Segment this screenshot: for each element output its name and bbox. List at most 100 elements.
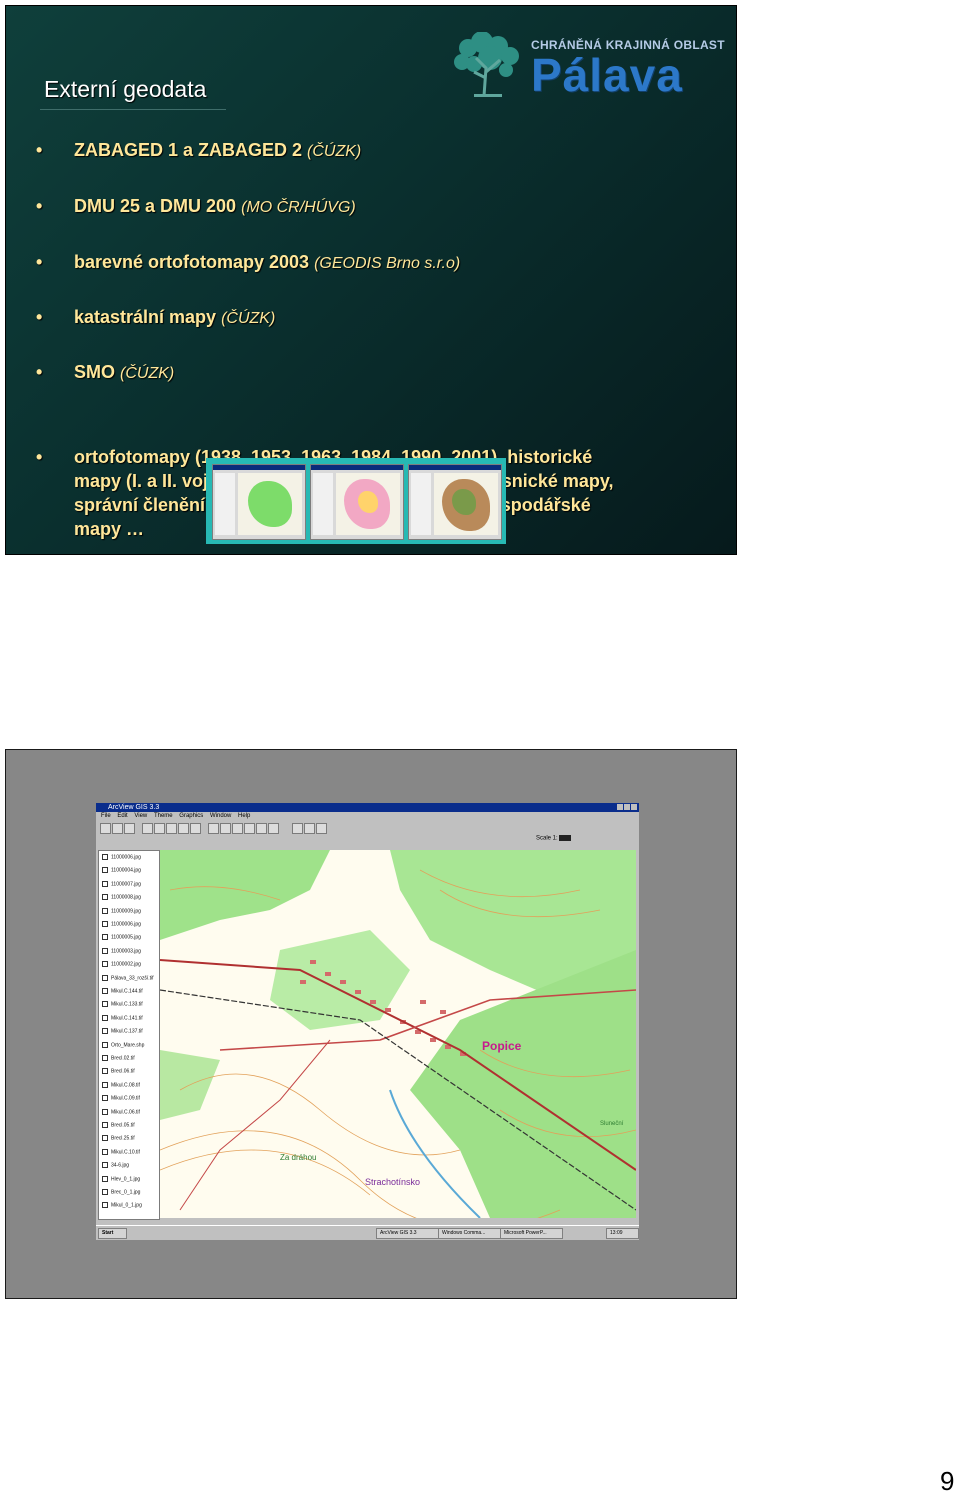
menu-graphics[interactable]: Graphics	[179, 813, 203, 819]
bullet-item: • DMU 25 a DMU 200 (MO ČR/HÚVG)	[36, 196, 356, 216]
toolbar-button[interactable]	[256, 823, 267, 834]
layer-item[interactable]: Mikul.C.08.tif	[102, 1081, 140, 1088]
layer-checkbox[interactable]	[102, 1189, 108, 1195]
layer-item[interactable]: 34-6.jpg	[102, 1162, 129, 1169]
arcview-window: ArcView GIS 3.3 File Edit View Theme Gra…	[96, 803, 639, 1240]
menu-view[interactable]: View	[134, 813, 147, 819]
layer-checkbox[interactable]	[102, 1055, 108, 1061]
toolbar-button[interactable]	[292, 823, 303, 834]
layer-label: Brec_0_1.jpg	[111, 1189, 141, 1196]
layer-item[interactable]: Pálava_33_rozší.tif	[102, 974, 154, 981]
layer-item[interactable]: 11000003.jpg	[102, 947, 141, 954]
layer-checkbox[interactable]	[102, 1095, 108, 1102]
layer-item[interactable]: Mikul.C.141.tif	[102, 1014, 143, 1021]
toolbar-button[interactable]	[124, 823, 135, 834]
layer-label: Mikul_0_1.jpg	[111, 1202, 142, 1209]
layer-checkbox[interactable]	[102, 961, 108, 968]
menu-file[interactable]: File	[101, 813, 111, 819]
layer-checkbox[interactable]	[102, 1081, 108, 1088]
layer-item[interactable]: Mikul.C.06.tif	[102, 1108, 140, 1115]
layer-item[interactable]: 11000006.jpg	[102, 921, 141, 927]
minimize-icon[interactable]	[617, 804, 623, 810]
toolbar-button[interactable]	[178, 823, 189, 834]
layer-checkbox[interactable]	[102, 1041, 108, 1048]
toolbar-button[interactable]	[268, 823, 279, 834]
layer-checkbox[interactable]	[102, 1068, 108, 1075]
taskbar-arcview[interactable]: ArcView GIS 3.3	[376, 1228, 439, 1239]
maximize-icon[interactable]	[624, 804, 630, 810]
slide-arcview-screenshot: ArcView GIS 3.3 File Edit View Theme Gra…	[5, 749, 737, 1299]
layer-checkbox[interactable]	[102, 934, 108, 941]
toolbar-button[interactable]	[154, 823, 165, 834]
layer-checkbox[interactable]	[102, 921, 108, 927]
layer-item[interactable]: 11000007.jpg	[102, 880, 141, 887]
taskbar-windows-commander[interactable]: Windows Comma...	[438, 1228, 501, 1239]
layer-item[interactable]: Orto_Mare.shp	[102, 1041, 144, 1048]
map-view[interactable]: Popice Strachotínsko Za dráhou Sluneční	[160, 850, 636, 1218]
layer-label: Mikul.C.10.tif	[111, 1149, 140, 1156]
slide-title: Externí geodata	[44, 76, 207, 102]
toolbar-button[interactable]	[100, 823, 111, 834]
layer-checkbox[interactable]	[102, 1108, 108, 1115]
toolbar-button[interactable]	[112, 823, 123, 834]
layer-checkbox[interactable]	[102, 1202, 108, 1209]
layer-item[interactable]: Brec_0_1.jpg	[102, 1189, 140, 1195]
title-underline	[40, 109, 226, 110]
taskbar-powerpoint[interactable]: Microsoft PowerP...	[500, 1228, 563, 1239]
layer-item[interactable]: Brecl.06.tif	[102, 1068, 135, 1075]
close-icon[interactable]	[631, 804, 637, 810]
layer-checkbox[interactable]	[102, 1014, 108, 1021]
layer-item[interactable]: Mikul_0_1.jpg	[102, 1202, 142, 1209]
layer-checkbox[interactable]	[102, 880, 108, 887]
scale-input[interactable]	[559, 835, 572, 841]
layer-label: Mikul.C.137.tif	[111, 1028, 143, 1035]
layer-label: Mikul.C.144.tif	[111, 988, 143, 995]
layer-item[interactable]: 11000009.jpg	[102, 907, 141, 914]
layer-item[interactable]: Mikul.C.137.tif	[102, 1028, 143, 1035]
layer-item[interactable]: Mikul.C.133.tif	[102, 1001, 143, 1008]
layer-label: 11000006.jpg	[111, 854, 141, 861]
layer-item[interactable]: Brecl.05.tif	[102, 1122, 135, 1128]
layer-item[interactable]: Mikul.C.09.tif	[102, 1095, 140, 1102]
layer-checkbox[interactable]	[102, 1175, 108, 1182]
layer-checkbox[interactable]	[102, 1028, 108, 1035]
layer-checkbox[interactable]	[102, 867, 108, 874]
toolbar-button[interactable]	[232, 823, 243, 834]
layer-checkbox[interactable]	[102, 1001, 108, 1008]
menu-theme[interactable]: Theme	[154, 813, 173, 819]
layer-item[interactable]: Hlev_0_1.jpg	[102, 1175, 140, 1182]
layer-checkbox[interactable]	[102, 947, 108, 954]
layer-checkbox[interactable]	[102, 894, 108, 901]
toolbar-button[interactable]	[190, 823, 201, 834]
toolbar-button[interactable]	[142, 823, 153, 834]
layer-checkbox[interactable]	[102, 907, 108, 914]
menu-edit[interactable]: Edit	[117, 813, 127, 819]
start-button[interactable]: Start	[98, 1228, 127, 1239]
thumbnail-green-map	[212, 464, 306, 540]
layer-item[interactable]: 11000006.jpg	[102, 854, 141, 860]
layer-checkbox[interactable]	[102, 1122, 108, 1128]
toolbar-button[interactable]	[304, 823, 315, 834]
toolbar-button[interactable]	[220, 823, 231, 834]
layer-item[interactable]: Brecl.02.tif	[102, 1055, 135, 1061]
toolbar-button[interactable]	[166, 823, 177, 834]
layer-item[interactable]: 11000008.jpg	[102, 894, 141, 901]
layer-item[interactable]: 11000004.jpg	[102, 867, 141, 874]
toolbar-button[interactable]	[244, 823, 255, 834]
layer-item[interactable]: Mikul.C.10.tif	[102, 1148, 140, 1156]
toolbar-button[interactable]	[208, 823, 219, 834]
layer-checkbox[interactable]	[102, 854, 108, 860]
layer-checkbox[interactable]	[102, 1148, 108, 1155]
layer-checkbox[interactable]	[102, 988, 108, 994]
layer-item[interactable]: Mikul.C.144.tif	[102, 988, 143, 994]
toolbar-button[interactable]	[316, 823, 327, 834]
layer-item[interactable]: 11000005.jpg	[102, 934, 141, 941]
taskbar-clock: 13:09	[606, 1228, 639, 1239]
menu-window[interactable]: Window	[210, 813, 231, 819]
layer-item[interactable]: Brecl.25.tif	[102, 1135, 135, 1142]
layer-checkbox[interactable]	[102, 1135, 108, 1142]
layer-checkbox[interactable]	[102, 1162, 108, 1169]
layer-item[interactable]: 11000002.jpg	[102, 961, 141, 968]
menu-help[interactable]: Help	[238, 813, 250, 819]
layer-checkbox[interactable]	[102, 974, 108, 981]
